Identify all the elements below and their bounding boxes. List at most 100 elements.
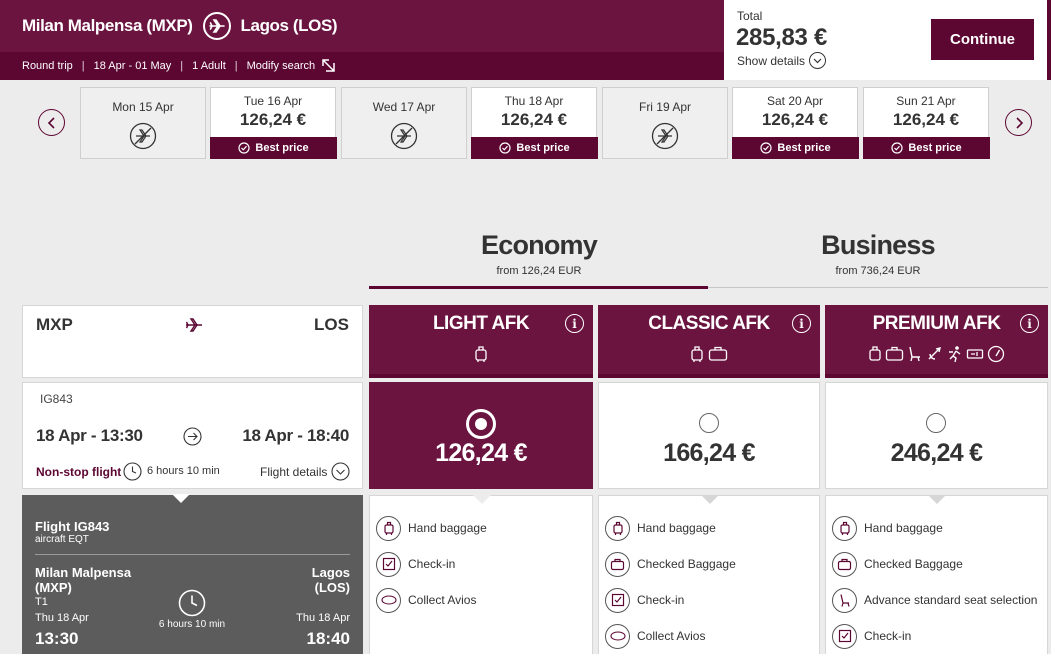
date-label: Sat 20 Apr [766,94,824,108]
fare-features-classic: Hand baggage Checked Baggage Check-in Co… [598,495,820,654]
fare-option-classic[interactable]: 166,24 € [598,382,820,489]
fare-name: LIGHT AFK [432,313,530,334]
date-option-wed-17[interactable]: Wed 17 Apr [341,87,467,159]
economy-from-price: from 126,24 EUR [496,265,582,277]
route-title-bar: Milan Malpensa (MXP) Lagos (LOS) [0,0,724,52]
chevron-down-icon[interactable] [809,52,827,69]
plane-icon [185,317,203,333]
show-details-toggle[interactable]: Show details [737,52,827,69]
feature-item: Check-in [370,546,592,582]
detail-departure-date: Thu 18 Apr [35,612,89,624]
date-label: Fri 19 Apr [638,100,692,114]
checked-baggage-icon [708,346,728,361]
continue-button[interactable]: Continue [931,19,1034,60]
badge-check-icon [760,142,772,154]
modify-search-link[interactable]: Modify search [247,60,315,72]
date-option-thu-18[interactable]: Thu 18 Apr 126,24 € Best price [471,87,598,159]
feature-label: Hand baggage [637,521,716,535]
date-price: 126,24 € [761,110,829,129]
date-option-mon-15[interactable]: Mon 15 Apr [80,87,206,159]
date-label: Mon 15 Apr [112,100,174,114]
flight-number: IG843 [40,392,73,406]
flight-duration: 6 hours 10 min [147,465,220,477]
date-option-fri-19[interactable]: Fri 19 Apr [602,87,728,159]
checked-baggage-icon [885,346,904,361]
best-price-badge: Best price [210,137,337,159]
trip-dates: 18 Apr - 01 May [93,60,172,72]
total-label: Total [737,9,763,23]
fare-features-light: Hand baggage Check-in Collect Avios [369,495,593,654]
header: Milan Malpensa (MXP) Lagos (LOS) Round t… [0,0,1051,80]
total-price: 285,83 € [736,24,828,51]
departure-time: 18 Apr - 13:30 [36,426,143,445]
route-destination-code: LOS [314,315,349,334]
badge-check-icon [499,142,511,154]
fare-header-premium: PREMIUM AFK i [825,305,1048,378]
feature-label: Check-in [864,629,912,643]
detail-arrival-code: (LOS) [314,580,350,595]
date-option-tue-16[interactable]: Tue 16 Apr 126,24 € Best price [210,87,337,159]
hand-baggage-icon [869,346,881,361]
flight-card[interactable]: IG843 18 Apr - 13:30 18 Apr - 18:40 Non-… [22,382,363,489]
search-summary: Round trip | 18 Apr - 01 May | 1 Adult |… [0,52,724,80]
best-price-label: Best price [516,142,570,154]
ticket-icon [966,349,984,359]
origin-city: Milan Malpensa (MXP) [22,16,193,35]
best-price-label: Best price [777,142,831,154]
fare-price: 246,24 € [890,439,983,467]
feature-item: Collect Avios [599,618,819,654]
feature-item: Check-in [826,618,1047,654]
detail-aircraft: aircraft EQT [35,534,89,545]
chevron-down-icon[interactable] [331,462,350,481]
next-dates-button[interactable] [1005,109,1032,136]
tab-economy[interactable]: Economy [439,230,639,261]
fare-price: 126,24 € [435,439,527,467]
info-icon[interactable]: i [565,314,584,333]
nonstop-label: Non-stop flight [36,465,122,479]
avios-icon [376,587,401,613]
checked-baggage-icon [832,551,857,577]
active-tab-indicator [369,286,708,289]
feature-item: Hand baggage [599,510,819,546]
detail-duration: 6 hours 10 min [158,619,226,630]
date-option-sat-20[interactable]: Sat 20 Apr 126,24 € Best price [732,87,859,159]
info-icon[interactable]: i [1020,314,1039,333]
best-price-badge: Best price [471,137,598,159]
feature-label: Hand baggage [408,521,487,535]
detail-flight-title: Flight IG843 [35,519,110,534]
fare-header-light: LIGHT AFK i [369,305,593,378]
no-flight-icon [651,122,679,150]
date-price: 126,24 € [892,110,960,129]
feature-item: Checked Baggage [826,546,1047,582]
badge-check-icon [891,142,903,154]
fare-price: 166,24 € [663,439,755,467]
radio-unselected[interactable] [926,413,946,433]
hand-baggage-icon [376,515,401,541]
info-icon[interactable]: i [792,314,811,333]
feature-item: Checked Baggage [599,546,819,582]
feature-label: Advance standard seat selection [864,593,1038,607]
date-label: Wed 17 Apr [372,100,436,114]
fare-option-light[interactable]: 126,24 € [369,382,593,489]
tab-business[interactable]: Business [778,230,978,261]
date-option-sun-21[interactable]: Sun 21 Apr 126,24 € Best price [863,87,990,159]
checked-baggage-icon [605,551,630,577]
trip-type: Round trip [22,60,73,72]
date-label: Tue 16 Apr [243,94,303,108]
feature-label: Hand baggage [864,521,943,535]
fare-option-premium[interactable]: 246,24 € [825,382,1048,489]
radio-selected[interactable] [466,409,496,439]
feature-label: Check-in [408,557,456,571]
previous-dates-button[interactable] [38,109,65,136]
gauge-icon [987,345,1005,363]
best-price-label: Best price [255,142,309,154]
no-flight-icon [390,122,418,150]
detail-departure-city: Milan Malpensa [35,565,132,580]
seat-icon [909,346,920,362]
clock-icon [123,462,142,481]
radio-unselected[interactable] [699,413,719,433]
fare-name: PREMIUM AFK [872,313,1001,334]
arrow-down-right-icon[interactable] [321,58,337,74]
arrow-right-icon [183,427,202,446]
flight-details-link[interactable]: Flight details [260,465,327,479]
